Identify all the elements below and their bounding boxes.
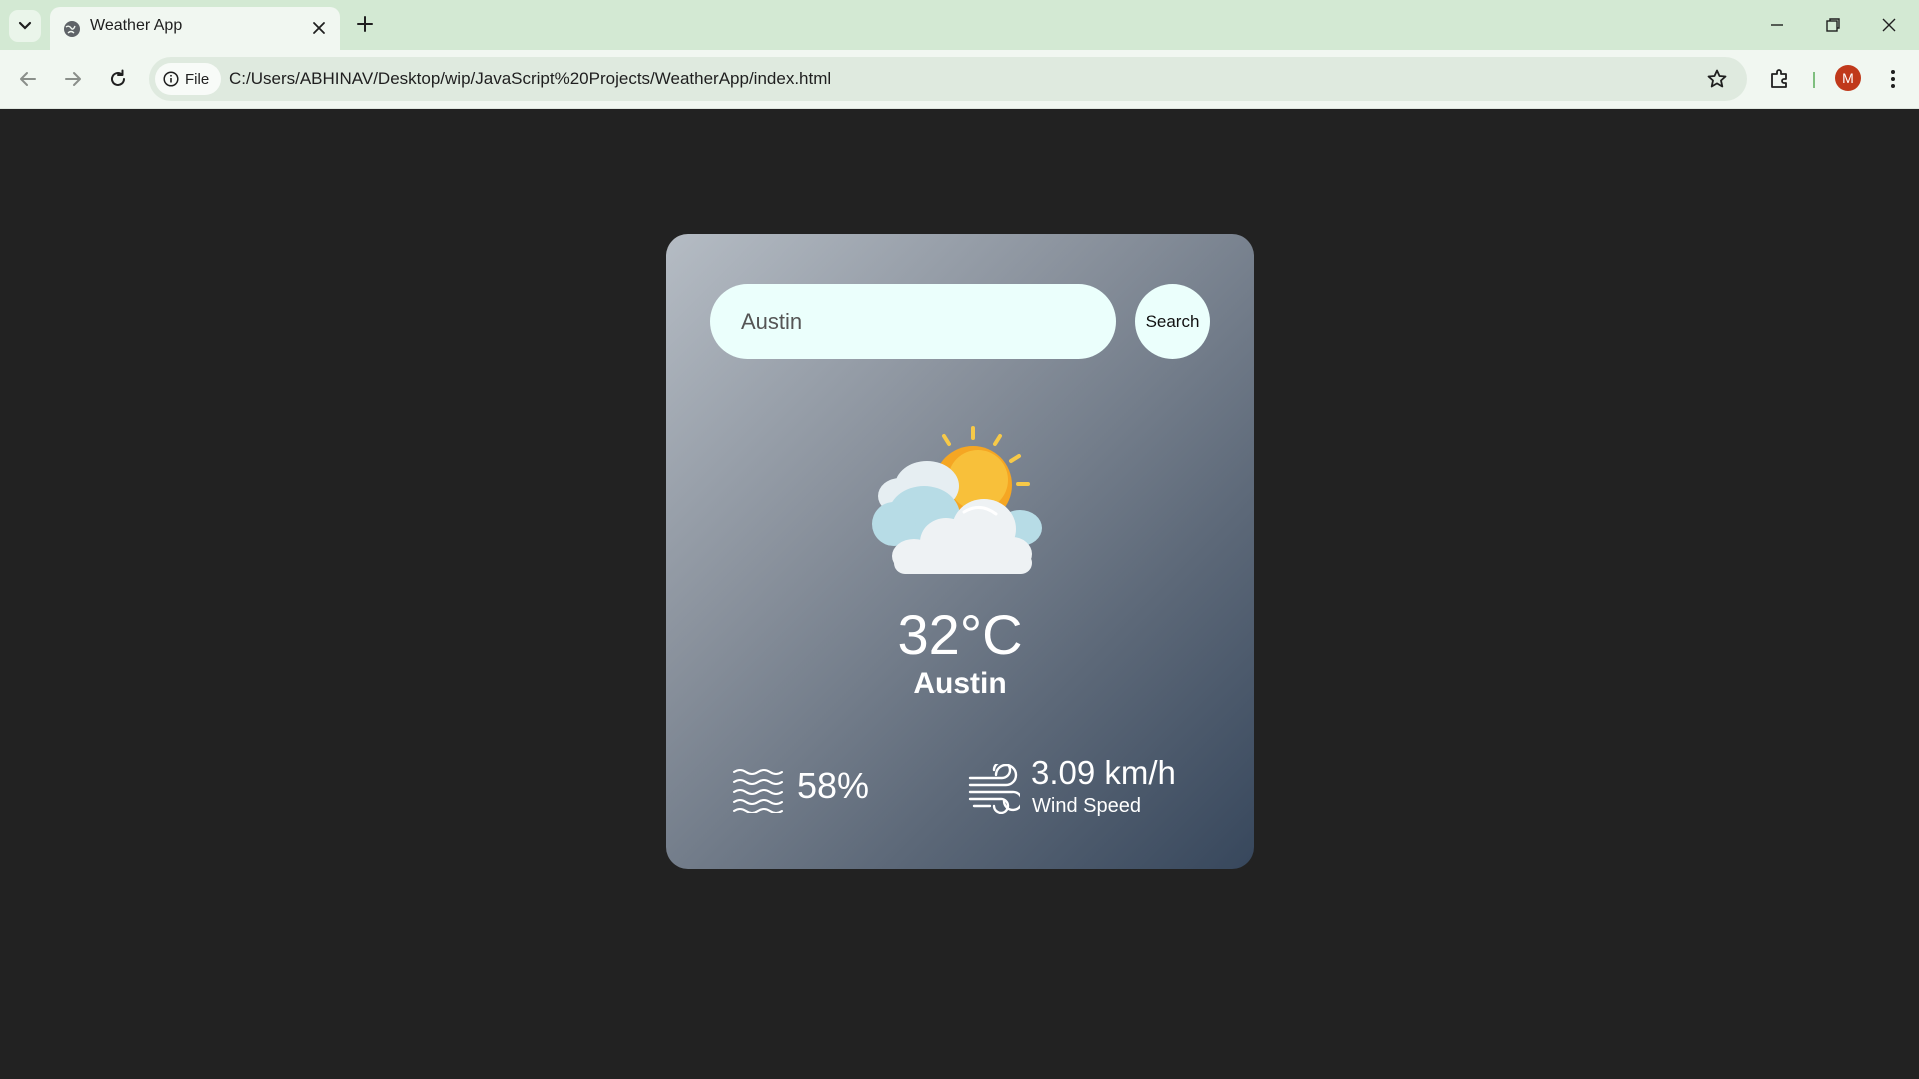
close-icon[interactable]	[310, 19, 328, 37]
window-close-icon[interactable]	[1876, 12, 1902, 38]
wind-speed-value: 3.09 km/h	[1031, 754, 1176, 791]
url-text[interactable]: C:/Users/ABHINAV/Desktop/wip/JavaScript%…	[229, 69, 831, 89]
tab-strip: Weather App	[0, 0, 1919, 50]
temperature-value: 32°C	[897, 603, 1023, 666]
page-viewport: Search	[0, 109, 1919, 1079]
forward-arrow-icon[interactable]	[60, 66, 86, 92]
search-button[interactable]: Search	[1135, 284, 1210, 359]
chevron-down-icon	[18, 21, 32, 30]
bookmark-star-icon[interactable]	[1705, 67, 1729, 91]
more-menu-icon[interactable]	[1880, 66, 1906, 92]
new-tab-plus-icon[interactable]	[353, 12, 377, 36]
info-icon	[163, 71, 179, 87]
active-tab[interactable]: Weather App	[50, 7, 340, 50]
minimize-icon[interactable]	[1764, 12, 1790, 38]
globe-icon	[64, 21, 80, 37]
partly-cloudy-icon	[872, 426, 1042, 574]
humidity-value: 58%	[797, 765, 870, 806]
humidity-waves-icon	[733, 769, 783, 813]
tab-title: Weather App	[90, 17, 183, 34]
address-bar[interactable]: File C:/Users/ABHINAV/Desktop/wip/JavaSc…	[149, 57, 1747, 101]
file-chip-label: File	[185, 70, 210, 88]
toolbar-separator	[1813, 72, 1815, 88]
profile-avatar[interactable]: M	[1835, 65, 1861, 91]
tab-search-button[interactable]	[9, 10, 41, 42]
reload-icon[interactable]	[105, 66, 131, 92]
city-name: Austin	[913, 667, 1007, 700]
wind-speed-label: Wind Speed	[1032, 795, 1141, 817]
city-search-input[interactable]	[710, 284, 1116, 359]
weather-card: Search	[666, 234, 1254, 869]
browser-toolbar: File C:/Users/ABHINAV/Desktop/wip/JavaSc…	[0, 50, 1919, 109]
extensions-puzzle-icon[interactable]	[1767, 66, 1793, 92]
wind-icon	[968, 764, 1020, 814]
site-info-chip[interactable]: File	[155, 63, 221, 95]
restore-icon[interactable]	[1820, 12, 1846, 38]
back-arrow-icon[interactable]	[15, 66, 41, 92]
